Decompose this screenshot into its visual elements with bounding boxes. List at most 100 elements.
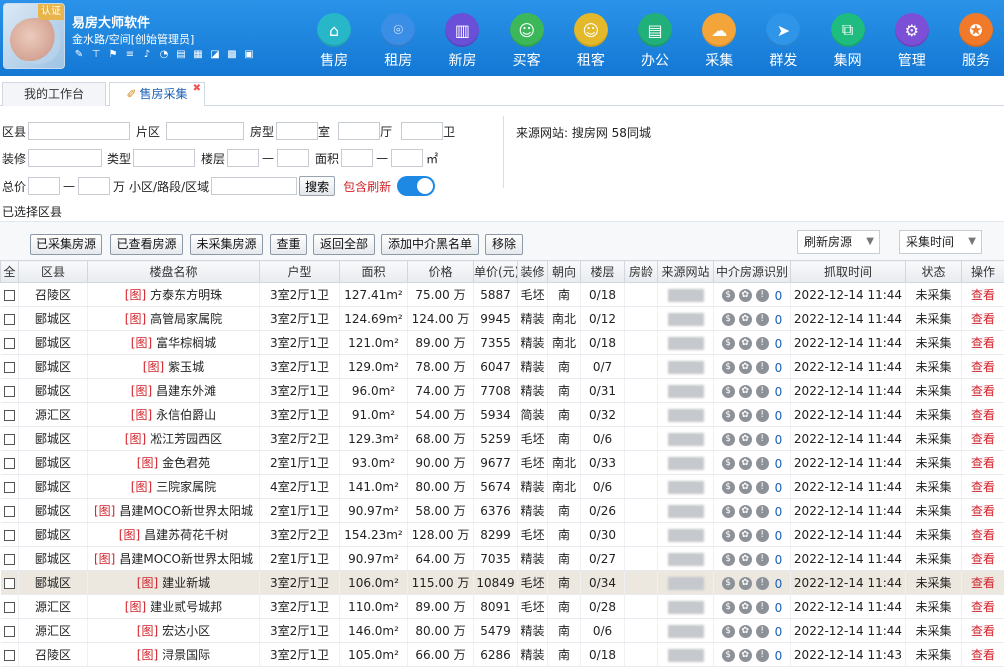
pen-icon[interactable]: ✎ — [74, 50, 84, 60]
view-link[interactable]: 查看 — [971, 552, 995, 566]
agent-count[interactable]: 0 — [775, 529, 783, 543]
agent-count[interactable]: 0 — [775, 625, 783, 639]
alert-icon[interactable]: ! — [755, 409, 769, 423]
speech-icon[interactable]: $ — [721, 481, 735, 495]
room-input[interactable] — [276, 122, 319, 140]
table-row[interactable]: 郾城区 [图] 高管局家属院 3室2厅1卫 124.69m² 124.00 万 9945 精装… — [0, 306, 1004, 331]
image-tag[interactable]: [图] — [137, 456, 158, 470]
image-tag[interactable]: [图] — [125, 432, 146, 446]
column-header[interactable]: 朝向 — [547, 260, 581, 283]
speech-icon[interactable]: $ — [721, 457, 735, 471]
zone-input[interactable] — [166, 122, 245, 140]
view-link[interactable]: 查看 — [971, 408, 995, 422]
agent-count[interactable]: 0 — [775, 649, 783, 663]
add-blacklist-button[interactable]: 添加中介黑名单 — [381, 234, 479, 255]
flag-icon[interactable]: ⚑ — [108, 50, 118, 60]
nav-item-9[interactable]: ⚙ 管理 — [880, 6, 944, 70]
agent-count[interactable]: 0 — [775, 481, 783, 495]
table-row[interactable]: 郾城区 [图] 富华棕榈城 3室2厅1卫 121.0m² 89.00 万 7355 精装 南北 0… — [0, 330, 1004, 355]
column-header[interactable]: 装修 — [517, 260, 548, 283]
alert-icon[interactable]: ! — [755, 577, 769, 591]
agent-count[interactable]: 0 — [775, 361, 783, 375]
view-link[interactable]: 查看 — [971, 456, 995, 470]
community-input[interactable] — [211, 177, 298, 195]
size-min-input[interactable] — [341, 149, 374, 167]
view-link[interactable]: 查看 — [971, 360, 995, 374]
row-checkbox[interactable] — [3, 409, 15, 421]
paw-icon[interactable]: ✿ — [738, 361, 752, 375]
edit-icon[interactable]: ◪ — [210, 50, 220, 60]
row-checkbox[interactable] — [3, 361, 15, 373]
view-link[interactable]: 查看 — [971, 480, 995, 494]
decoration-input[interactable] — [28, 149, 103, 167]
row-checkbox[interactable] — [3, 481, 15, 493]
row-checkbox[interactable] — [3, 625, 15, 637]
column-header[interactable]: 区县 — [18, 260, 88, 283]
agent-count[interactable]: 0 — [775, 313, 783, 327]
size-max-input[interactable] — [391, 149, 424, 167]
column-header[interactable]: 楼层 — [580, 260, 625, 283]
table-row[interactable]: 郾城区 [图] 凇江芳园西区 3室2厅2卫 129.3m² 68.00 万 5259 毛坯南 0… — [0, 426, 1004, 451]
nav-item-8[interactable]: ⧉ 集网 — [816, 6, 880, 70]
image-tag[interactable]: [图] — [131, 408, 152, 422]
table-row[interactable]: 郾城区 [图] 金色君苑 2室1厅1卫 93.0m² 90.00 万 9677 毛坯 南北 0/3… — [0, 450, 1004, 475]
price-min-input[interactable] — [28, 177, 61, 195]
agent-count[interactable]: 0 — [775, 385, 783, 399]
agent-count[interactable]: 0 — [775, 553, 783, 567]
column-header[interactable]: 面积 — [339, 260, 408, 283]
alert-icon[interactable]: ! — [755, 337, 769, 351]
floor-max-input[interactable] — [277, 149, 310, 167]
tab-sale-collection[interactable]: ✐ 售房采集 ✖ — [109, 82, 205, 107]
agent-count[interactable]: 0 — [775, 433, 783, 447]
alert-icon[interactable]: ! — [755, 481, 769, 495]
dedupe-button[interactable]: 查重 — [270, 234, 307, 255]
table-row[interactable]: 郾城区 [图] 昌建MOCO新世界太阳城 2室1厅1卫 90.97m² 64.00 万 70… — [0, 546, 1004, 571]
speech-icon[interactable]: $ — [721, 313, 735, 327]
image-tag[interactable]: [图] — [137, 648, 158, 662]
column-header[interactable]: 状态 — [905, 260, 962, 283]
view-link[interactable]: 查看 — [971, 336, 995, 350]
column-header[interactable]: 房龄 — [624, 260, 658, 283]
view-link[interactable]: 查看 — [971, 576, 995, 590]
agent-count[interactable]: 0 — [775, 457, 783, 471]
alert-icon[interactable]: ! — [755, 433, 769, 447]
paw-icon[interactable]: ✿ — [738, 337, 752, 351]
alert-icon[interactable]: ! — [755, 289, 769, 303]
table-row[interactable]: 郾城区 [图] 昌建苏荷花千树 3室2厅2卫 154.23m² 128.00 万 8299 毛… — [0, 522, 1004, 547]
view-link[interactable]: 查看 — [971, 504, 995, 518]
show-all-button[interactable]: 返回全部 — [313, 234, 375, 255]
view-link[interactable]: 查看 — [971, 312, 995, 326]
row-checkbox[interactable] — [3, 553, 15, 565]
nav-item-0[interactable]: ⌂ 售房 — [302, 6, 366, 70]
row-checkbox[interactable] — [3, 601, 15, 613]
alert-icon[interactable]: ! — [755, 601, 769, 615]
column-header[interactable]: 来源网站 — [657, 260, 714, 283]
calculator-icon[interactable]: ▦ — [193, 50, 203, 60]
bell-icon[interactable]: ♪ — [142, 50, 152, 60]
nav-item-6[interactable]: ☁ 采集 — [687, 6, 751, 70]
alert-icon[interactable]: ! — [755, 457, 769, 471]
agent-count[interactable]: 0 — [775, 289, 783, 303]
image-tag[interactable]: [图] — [131, 336, 152, 350]
paw-icon[interactable]: ✿ — [738, 649, 752, 663]
alert-icon[interactable]: ! — [755, 385, 769, 399]
agent-count[interactable]: 0 — [775, 601, 783, 615]
column-header[interactable]: 单价(元) — [473, 260, 518, 283]
grid-icon[interactable]: ▩ — [227, 50, 237, 60]
view-link[interactable]: 查看 — [971, 384, 995, 398]
nav-item-3[interactable]: ☺ 买客 — [495, 6, 559, 70]
table-row[interactable]: 郾城区 [图] 昌建东外滩 3室2厅1卫 96.0m² 74.00 万 7708 精装南 0/3… — [0, 378, 1004, 403]
agent-count[interactable]: 0 — [775, 577, 783, 591]
viewed-button[interactable]: 已查看房源 — [110, 234, 183, 255]
speech-icon[interactable]: $ — [721, 385, 735, 399]
table-row[interactable]: 郾城区 [图] 三院家属院 4室2厅1卫 141.0m² 80.00 万 5674 精装 南北 0… — [0, 474, 1004, 499]
speech-icon[interactable]: $ — [721, 577, 735, 591]
paw-icon[interactable]: ✿ — [738, 505, 752, 519]
paw-icon[interactable]: ✿ — [738, 529, 752, 543]
row-checkbox[interactable] — [3, 433, 15, 445]
table-row[interactable]: 召陵区 [图] 浔景国际 3室2厅1卫 105.0m² 66.00 万 6286 精装南 0/1… — [0, 642, 1004, 667]
alert-icon[interactable]: ! — [755, 313, 769, 327]
paw-icon[interactable]: ✿ — [738, 553, 752, 567]
view-link[interactable]: 查看 — [971, 288, 995, 302]
hall-input[interactable] — [338, 122, 381, 140]
